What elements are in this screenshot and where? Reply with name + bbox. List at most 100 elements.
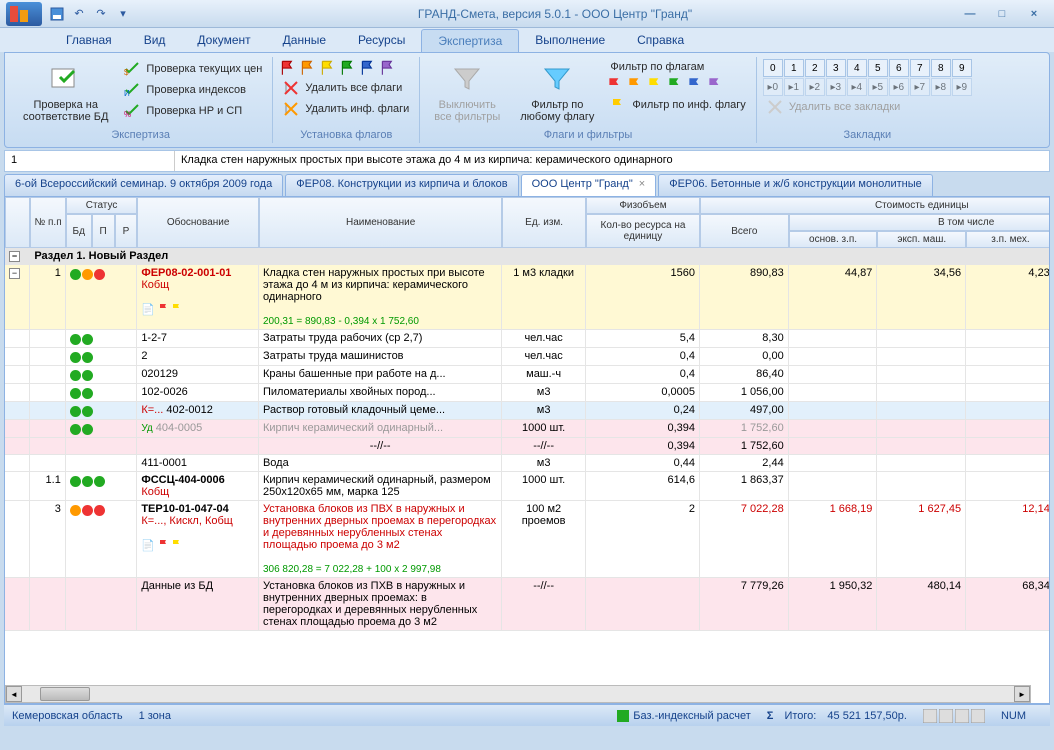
bookmark-2[interactable]: 2 <box>805 59 825 77</box>
collapse-row[interactable]: − <box>9 268 20 279</box>
tab-data[interactable]: Данные <box>267 29 342 51</box>
formula-input[interactable]: Кладка стен наружных простых при высоте … <box>175 151 1049 171</box>
flag-purple-icon[interactable] <box>379 59 397 77</box>
doc-tab-fer08[interactable]: ФЕР08. Конструкции из кирпича и блоков <box>285 174 518 196</box>
goto-bookmark-7[interactable]: ▸7 <box>910 78 930 96</box>
flag-green-icon[interactable] <box>339 59 357 77</box>
status-zone[interactable]: 1 зона <box>139 710 171 722</box>
scroll-right-icon[interactable]: ► <box>1014 686 1030 702</box>
col-npp[interactable]: № п.п <box>30 197 65 248</box>
tab-main[interactable]: Главная <box>50 29 128 51</box>
table-row[interactable]: 3 ТЕР10-01-047-04К=..., Кискл, Кобщ📄 Уст… <box>5 501 1050 578</box>
filter-flag-orange-icon[interactable] <box>626 76 644 94</box>
status-calc-mode[interactable]: Баз.-индексный расчет <box>617 710 750 722</box>
funnel-icon <box>541 63 573 95</box>
check-indexes-button[interactable]: ИПроверка индексов <box>120 80 266 100</box>
goto-bookmark-9[interactable]: ▸9 <box>952 78 972 96</box>
tab-view[interactable]: Вид <box>128 29 182 51</box>
bookmark-3[interactable]: 3 <box>826 59 846 77</box>
col-stoim[interactable]: Стоимость единицы <box>700 197 1050 214</box>
tab-document[interactable]: Документ <box>181 29 266 51</box>
filter-flag-blue-icon[interactable] <box>686 76 704 94</box>
horizontal-scrollbar[interactable]: ◄ ► <box>5 685 1031 703</box>
table-row[interactable]: − 1 ФЕР08-02-001-01Кобщ📄 Кладка стен нар… <box>5 265 1050 330</box>
tab-resources[interactable]: Ресурсы <box>342 29 421 51</box>
goto-bookmark-8[interactable]: ▸8 <box>931 78 951 96</box>
table-row[interactable]: 1.1 ФССЦ-404-0006Кобщ Кирпич керамически… <box>5 472 1050 501</box>
table-row[interactable]: К=... 402-0012 Раствор готовый кладочный… <box>5 402 1050 420</box>
check-nr-sp-button[interactable]: %Проверка НР и СП <box>120 101 266 121</box>
db-check-button[interactable]: Проверка на соответствие БД <box>15 59 116 127</box>
goto-bookmark-1[interactable]: ▸1 <box>784 78 804 96</box>
filter-any-flag-button[interactable]: Фильтр по любому флагу <box>512 59 602 127</box>
tab-help[interactable]: Справка <box>621 29 700 51</box>
bookmark-0[interactable]: 0 <box>763 59 783 77</box>
status-dots <box>70 269 132 280</box>
flag-yellow-icon[interactable] <box>319 59 337 77</box>
filter-flag-yellow-icon[interactable] <box>646 76 664 94</box>
col-obosn[interactable]: Обоснование <box>137 197 259 248</box>
delete-info-flags-button[interactable]: Удалить инф. флаги <box>279 99 413 119</box>
redo-icon[interactable]: ↷ <box>92 5 110 23</box>
tab-execution[interactable]: Выполнение <box>519 29 621 51</box>
bookmark-9[interactable]: 9 <box>952 59 972 77</box>
doc-tab-seminar[interactable]: 6-ой Всероссийский семинар. 9 октября 20… <box>4 174 283 196</box>
filter-flag-purple-icon[interactable] <box>706 76 724 94</box>
doc-tab-fer06[interactable]: ФЕР06. Бетонные и ж/б конструкции моноли… <box>658 174 933 196</box>
close-button[interactable]: × <box>1022 5 1046 23</box>
table-row[interactable]: 102-0026 Пиломатериалы хвойных пород... … <box>5 384 1050 402</box>
scroll-thumb[interactable] <box>40 687 90 701</box>
estimate-grid[interactable]: № п.п Статус Обоснование Наименование Ед… <box>4 196 1050 704</box>
bookmark-1[interactable]: 1 <box>784 59 804 77</box>
delete-bookmarks-button[interactable]: Удалить все закладки <box>763 97 972 117</box>
svg-text:%: % <box>124 110 131 119</box>
filter-flag-red-icon[interactable] <box>606 76 624 94</box>
flag-red-icon[interactable] <box>279 59 297 77</box>
table-row[interactable]: Уд 404-0005 Кирпич керамический одинарны… <box>5 420 1050 438</box>
status-region[interactable]: Кемеровская область <box>12 710 123 722</box>
status-dots <box>70 388 132 399</box>
goto-bookmark-0[interactable]: ▸0 <box>763 78 783 96</box>
col-fiz[interactable]: Физобъем <box>586 197 700 214</box>
group-label: Флаги и фильтры <box>426 129 750 141</box>
bookmark-5[interactable]: 5 <box>868 59 888 77</box>
delete-all-flags-button[interactable]: Удалить все флаги <box>279 78 413 98</box>
delete-flags-icon <box>283 80 299 96</box>
goto-bookmark-3[interactable]: ▸3 <box>826 78 846 96</box>
scroll-left-icon[interactable]: ◄ <box>6 686 22 702</box>
status-dots <box>70 505 132 516</box>
collapse-section[interactable]: − <box>5 248 30 265</box>
bookmark-7[interactable]: 7 <box>910 59 930 77</box>
minimize-button[interactable]: — <box>958 5 982 23</box>
table-row[interactable]: 2 Затраты труда машинистов чел.час 0,4 0… <box>5 348 1050 366</box>
bookmark-8[interactable]: 8 <box>931 59 951 77</box>
maximize-button[interactable]: □ <box>990 5 1014 23</box>
goto-bookmark-2[interactable]: ▸2 <box>805 78 825 96</box>
bookmark-4[interactable]: 4 <box>847 59 867 77</box>
col-status[interactable]: Статус <box>66 197 137 214</box>
goto-bookmark-4[interactable]: ▸4 <box>847 78 867 96</box>
table-row[interactable]: 020129 Краны башенные при работе на д...… <box>5 366 1050 384</box>
save-icon[interactable] <box>48 5 66 23</box>
check-prices-button[interactable]: $Проверка текущих цен <box>120 59 266 79</box>
col-ed[interactable]: Ед. изм. <box>502 197 586 248</box>
flag-blue-icon[interactable] <box>359 59 377 77</box>
disable-filters-button[interactable]: Выключить все фильтры <box>426 59 508 127</box>
undo-icon[interactable]: ↶ <box>70 5 88 23</box>
col-name[interactable]: Наименование <box>259 197 502 248</box>
filter-flag-green-icon[interactable] <box>666 76 684 94</box>
table-row[interactable]: 411-0001 Вода м3 0,44 2,44 <box>5 455 1050 472</box>
table-row[interactable]: Данные из БД Установка блоков из ПХВ в н… <box>5 578 1050 631</box>
tab-expertise[interactable]: Экспертиза <box>421 29 519 52</box>
bookmark-6[interactable]: 6 <box>889 59 909 77</box>
cell-reference[interactable]: 1 <box>5 151 175 171</box>
table-row[interactable]: 1-2-7 Затраты труда рабочих (ср 2,7) чел… <box>5 330 1050 348</box>
flag-orange-icon[interactable] <box>299 59 317 77</box>
doc-tab-grand[interactable]: ООО Центр "Гранд"× <box>521 174 657 196</box>
table-row[interactable]: --//-- --//-- 0,394 1 752,60 <box>5 438 1050 455</box>
qat-dropdown-icon[interactable]: ▾ <box>114 5 132 23</box>
filter-info-flag-button[interactable]: Фильтр по инф. флагу <box>606 95 749 115</box>
goto-bookmark-6[interactable]: ▸6 <box>889 78 909 96</box>
goto-bookmark-5[interactable]: ▸5 <box>868 78 888 96</box>
close-tab-icon[interactable]: × <box>639 178 645 190</box>
